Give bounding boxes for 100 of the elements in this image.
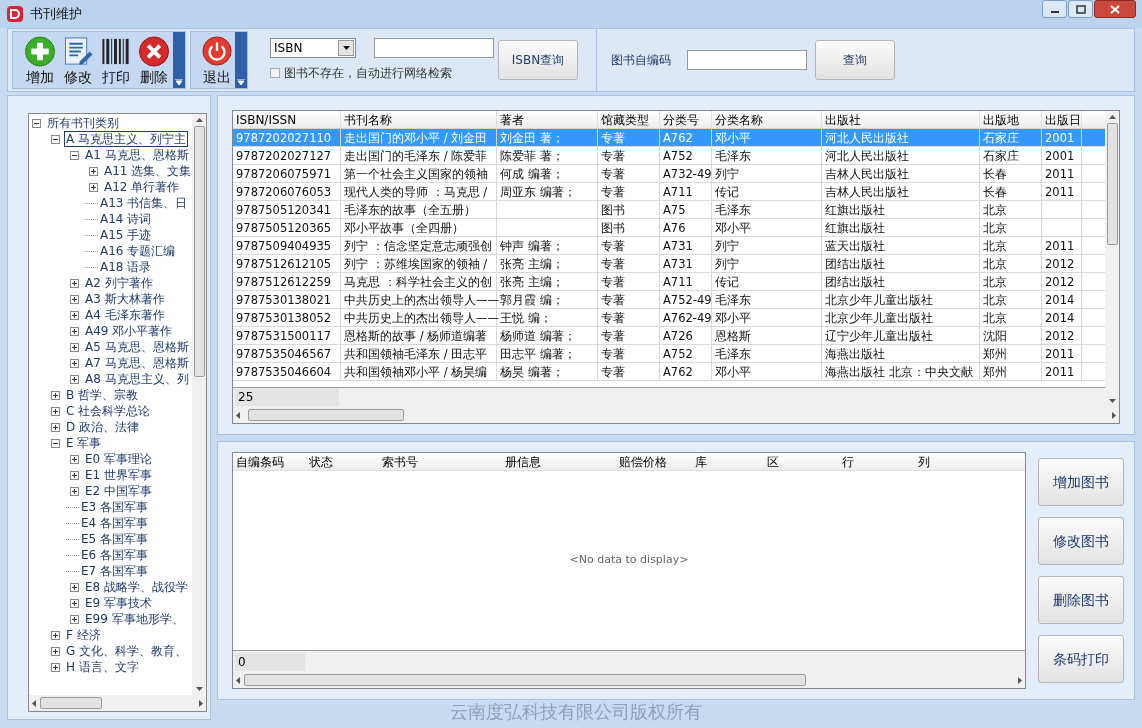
scroll-right-icon[interactable] bbox=[1018, 676, 1022, 684]
table-row[interactable]: 9787505120365 邓小平故事（全四册） 图书 A76 邓小平 红旗出版社 北京 bbox=[233, 219, 1105, 237]
max-window-button[interactable] bbox=[1068, 0, 1093, 18]
tree-item[interactable]: E7 各国军事 bbox=[79, 563, 151, 579]
tree-item[interactable]: A3 斯大林著作 bbox=[83, 291, 167, 307]
tree-item[interactable]: D 政治、法律 bbox=[64, 419, 142, 435]
column-header[interactable]: 出版地 bbox=[980, 111, 1042, 128]
scroll-left-icon[interactable] bbox=[236, 676, 240, 684]
expand-icon[interactable] bbox=[70, 486, 79, 496]
checkbox[interactable] bbox=[270, 68, 280, 78]
tree-item[interactable]: A2 列宁著作 bbox=[83, 275, 155, 291]
column-header[interactable]: 分类名称 bbox=[712, 111, 822, 128]
expand-icon[interactable] bbox=[70, 342, 79, 352]
column-header[interactable]: 行 bbox=[839, 453, 915, 470]
table-row[interactable]: 9787535046604 共和国领袖邓小平 / 杨昊编 杨昊 编著； 专著 A762 邓小平 海燕出版社 北京：中央文献 郑州 2011 bbox=[233, 363, 1105, 381]
tree-item[interactable]: E4 各国军事 bbox=[79, 515, 151, 531]
tree-item[interactable]: A 马克思主义、列宁主 bbox=[64, 131, 189, 147]
expand-icon[interactable] bbox=[51, 390, 60, 400]
side-button[interactable]: 修改图书 bbox=[1038, 517, 1124, 565]
close-window-button[interactable] bbox=[1094, 0, 1136, 18]
tree-item[interactable]: E9 军事技术 bbox=[83, 595, 155, 611]
tree-item[interactable]: E3 各国军事 bbox=[79, 499, 151, 515]
column-header[interactable]: 状态 bbox=[306, 453, 379, 470]
tree-item[interactable]: A15 手迹 bbox=[98, 227, 154, 243]
tree-item[interactable]: B 哲学、宗教 bbox=[64, 387, 141, 403]
tree-item[interactable]: A16 专题汇编 bbox=[98, 243, 178, 259]
tree-item[interactable]: A1 马克思、恩格斯 bbox=[83, 147, 191, 163]
expand-icon[interactable] bbox=[70, 374, 79, 384]
tree-item[interactable]: E8 战略学、战役学 bbox=[83, 579, 191, 595]
column-header[interactable]: 书刊名称 bbox=[341, 111, 497, 128]
expand-icon[interactable] bbox=[70, 454, 79, 464]
toolbar-button[interactable]: 打印 bbox=[97, 32, 135, 88]
expand-icon[interactable] bbox=[70, 294, 79, 304]
expand-icon[interactable] bbox=[70, 470, 79, 480]
dropdown-arrow-icon[interactable] bbox=[175, 79, 183, 86]
tree-item[interactable]: A8 马克思主义、列 bbox=[83, 371, 191, 387]
side-button[interactable]: 删除图书 bbox=[1038, 576, 1124, 624]
query-button[interactable]: 查询 bbox=[815, 40, 895, 80]
scroll-up-icon[interactable] bbox=[195, 118, 203, 122]
vertical-scrollbar[interactable] bbox=[192, 114, 206, 695]
expand-icon[interactable] bbox=[70, 598, 79, 608]
collapse-icon[interactable] bbox=[51, 134, 60, 144]
isbn-input-field[interactable] bbox=[374, 38, 494, 58]
table-row[interactable]: 9787512612259 马克思 ：科学社会主义的创 张亮 主编； 专著 A711 传记 团结出版社 北京 2012 bbox=[233, 273, 1105, 291]
scroll-up-icon[interactable] bbox=[1108, 115, 1116, 119]
column-header[interactable]: ISBN/ISSN bbox=[233, 111, 341, 128]
expand-icon[interactable] bbox=[51, 406, 60, 416]
tree-item[interactable]: E5 各国军事 bbox=[79, 531, 151, 547]
table-row[interactable]: 9787206075971 第一个社会主义国家的领袖 何成 编著； 专著 A732-49 列宁 吉林人民出版社 长春 2011 bbox=[233, 165, 1105, 183]
tree-item[interactable]: A13 书信集、日 bbox=[98, 195, 190, 211]
table-row[interactable]: 9787512612105 列宁 ：苏维埃国家的领袖 / 张亮 主编； 专著 A731 列宁 团结出版社 北京 2012 bbox=[233, 255, 1105, 273]
tree-item[interactable]: E 军事 bbox=[64, 435, 104, 451]
tree-item[interactable]: A4 毛泽东著作 bbox=[83, 307, 167, 323]
tree-item[interactable]: G 文化、科学、教育、 bbox=[64, 643, 190, 659]
expand-icon[interactable] bbox=[51, 662, 60, 672]
toolbar-button[interactable]: 增加 bbox=[21, 32, 59, 88]
expand-icon[interactable] bbox=[70, 278, 79, 288]
toolbar-button[interactable]: 删除 bbox=[135, 32, 173, 88]
table-row[interactable]: 9787530138052 中共历史上的杰出领导人——王悦 编； 专著 A762-49 邓小平 北京少年儿童出版社 北京 2014 bbox=[233, 309, 1105, 327]
tree-item[interactable]: E0 军事理论 bbox=[83, 451, 155, 467]
scroll-right-icon[interactable] bbox=[199, 699, 203, 707]
isbn-search-button[interactable]: ISBN查询 bbox=[498, 40, 578, 80]
column-header[interactable]: 索书号 bbox=[379, 453, 502, 470]
tree-item[interactable]: A49 邓小平著作 bbox=[83, 323, 175, 339]
expand-icon[interactable] bbox=[89, 182, 98, 192]
tree-item[interactable]: A18 语录 bbox=[98, 259, 154, 275]
code-input-field[interactable] bbox=[687, 50, 807, 70]
table-row[interactable]: 9787202027127 走出国门的毛泽东 / 陈爱菲 陈爱菲 著； 专著 A752 毛泽东 河北人民出版社 石家庄 2001 bbox=[233, 147, 1105, 165]
tree-item[interactable]: A14 诗词 bbox=[98, 211, 154, 227]
column-header[interactable]: 出版日 bbox=[1042, 111, 1082, 128]
tree-item[interactable]: A12 单行著作 bbox=[102, 179, 182, 195]
column-header[interactable]: 分类号 bbox=[660, 111, 712, 128]
tree-item[interactable]: F 经济 bbox=[64, 627, 103, 643]
table-row[interactable]: 9787530138021 中共历史上的杰出领导人——郭月霞 编； 专著 A752-49 毛泽东 北京少年儿童出版社 北京 2014 bbox=[233, 291, 1105, 309]
tree-item[interactable]: E2 中国军事 bbox=[83, 483, 155, 499]
column-header[interactable]: 库 bbox=[692, 453, 764, 470]
side-button[interactable]: 条码打印 bbox=[1038, 635, 1124, 683]
expand-icon[interactable] bbox=[70, 326, 79, 336]
tree-item[interactable]: H 语言、文字 bbox=[64, 659, 141, 675]
scroll-down-icon[interactable] bbox=[195, 687, 203, 691]
expand-icon[interactable] bbox=[70, 582, 79, 592]
tree-item[interactable]: A11 选集、文集 bbox=[102, 163, 192, 179]
expand-icon[interactable] bbox=[51, 630, 60, 640]
expand-icon[interactable] bbox=[70, 310, 79, 320]
search-type-dropdown[interactable]: ISBN bbox=[270, 38, 356, 58]
expand-icon[interactable] bbox=[70, 358, 79, 368]
scroll-left-icon[interactable] bbox=[236, 411, 240, 419]
table-row[interactable]: 9787535046567 共和国领袖毛泽东 / 田志平 田志平 编著； 专著 A752 毛泽东 海燕出版社 郑州 2011 bbox=[233, 345, 1105, 363]
tree-item[interactable]: E1 世界军事 bbox=[83, 467, 155, 483]
column-header[interactable]: 馆藏类型 bbox=[598, 111, 660, 128]
expand-icon[interactable] bbox=[89, 166, 98, 176]
expand-icon[interactable] bbox=[51, 646, 60, 656]
table-row[interactable]: 9787531500117 恩格斯的故事 / 杨师道编著 杨师道 编著； 专著 A726 恩格斯 辽宁少年儿童出版社 沈阳 2012 bbox=[233, 327, 1105, 345]
tree-item[interactable]: A5 马克思、恩格斯 bbox=[83, 339, 191, 355]
scroll-left-icon[interactable] bbox=[32, 699, 36, 707]
min-window-button[interactable] bbox=[1042, 0, 1067, 18]
tree-item[interactable]: E99 军事地形学、 bbox=[83, 611, 186, 627]
table-row[interactable]: 9787505120341 毛泽东的故事（全五册） 图书 A75 毛泽东 红旗出版社 北京 bbox=[233, 201, 1105, 219]
column-header[interactable]: 册信息 bbox=[502, 453, 616, 470]
column-header[interactable]: 列 bbox=[915, 453, 983, 470]
